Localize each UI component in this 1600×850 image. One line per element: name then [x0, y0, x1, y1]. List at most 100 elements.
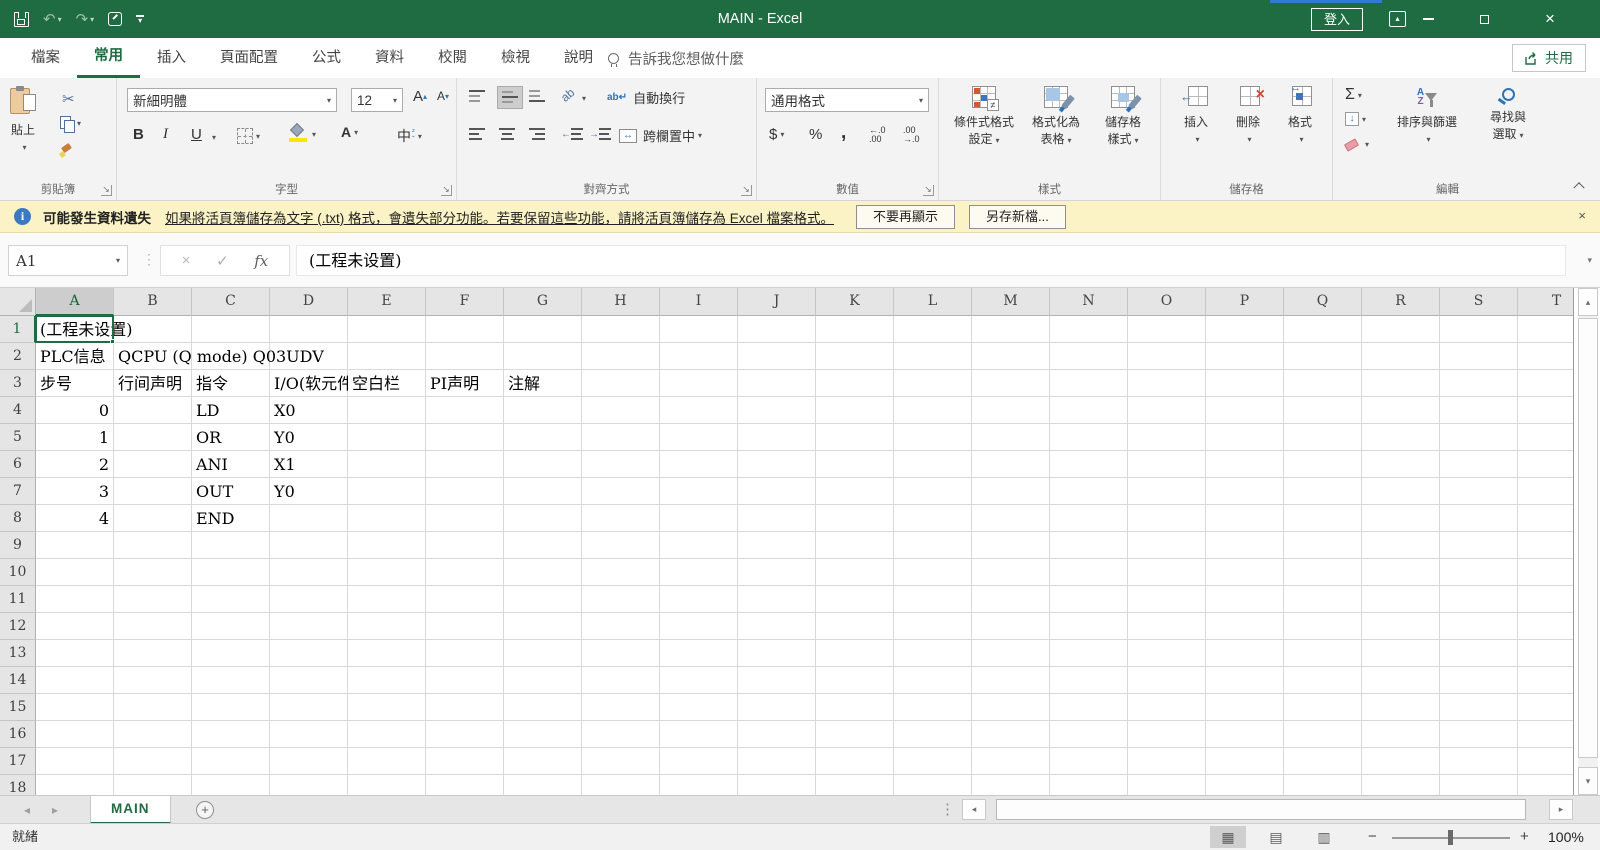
tab-page-layout[interactable]: 頁面配置 [203, 38, 295, 78]
column-header-K[interactable]: K [816, 288, 894, 316]
column-header-N[interactable]: N [1050, 288, 1128, 316]
align-right-icon[interactable] [529, 128, 545, 141]
clipboard-dialog-launcher-icon[interactable]: ↘ [101, 185, 112, 196]
scrollbar-resize-handle[interactable]: ⋮ [940, 800, 955, 818]
row-header-7[interactable]: 7 [0, 478, 36, 505]
format-painter-icon[interactable] [60, 144, 74, 158]
cell-C6[interactable]: ANI [192, 451, 270, 478]
cell-C5[interactable]: OR [192, 424, 270, 451]
number-dialog-launcher-icon[interactable]: ↘ [923, 185, 934, 196]
row-header-17[interactable]: 17 [0, 748, 36, 775]
cell-C7[interactable]: OUT [192, 478, 270, 505]
cell-B2[interactable]: QCPU (Q mode) Q03UDV [114, 343, 324, 370]
tab-review[interactable]: 校閱 [421, 38, 484, 78]
row-header-18[interactable]: 18 [0, 775, 36, 795]
find-select-button[interactable]: 尋找與 選取▾ [1475, 88, 1541, 144]
row-header-1[interactable]: 1 [0, 316, 36, 343]
hscroll-left-icon[interactable]: ◂ [962, 799, 986, 820]
cell-D3[interactable]: I/O(软元件) [270, 370, 348, 397]
save-icon[interactable] [14, 12, 29, 27]
cell-D6[interactable]: X1 [270, 451, 348, 478]
column-header-I[interactable]: I [660, 288, 738, 316]
column-header-R[interactable]: R [1362, 288, 1440, 316]
cell-E3[interactable]: 空白栏 [348, 370, 426, 397]
alignment-dialog-launcher-icon[interactable]: ↘ [741, 185, 752, 196]
save-as-button[interactable]: 另存新檔... [969, 205, 1066, 229]
column-header-M[interactable]: M [972, 288, 1050, 316]
row-header-10[interactable]: 10 [0, 559, 36, 586]
tab-file[interactable]: 檔案 [14, 38, 77, 78]
column-header-P[interactable]: P [1206, 288, 1284, 316]
cell-A5[interactable]: 1 [36, 424, 114, 451]
tab-insert[interactable]: 插入 [140, 38, 203, 78]
wrap-text-button[interactable]: ab↵自動換行 [607, 88, 685, 107]
cell-F3[interactable]: PI声明 [426, 370, 504, 397]
scroll-up-icon[interactable]: ▴ [1578, 288, 1598, 316]
cell-D4[interactable]: X0 [270, 397, 348, 424]
row-header-3[interactable]: 3 [0, 370, 36, 397]
warning-close-icon[interactable]: × [1578, 208, 1586, 223]
zoom-percentage[interactable]: 100% [1548, 824, 1584, 850]
font-name-select[interactable]: 新細明體▾ [127, 88, 337, 112]
zoom-out-icon[interactable]: − [1368, 824, 1377, 850]
cell-A3[interactable]: 步号 [36, 370, 114, 397]
cell-A6[interactable]: 2 [36, 451, 114, 478]
column-header-Q[interactable]: Q [1284, 288, 1362, 316]
cell-D5[interactable]: Y0 [270, 424, 348, 451]
row-header-12[interactable]: 12 [0, 613, 36, 640]
column-header-A[interactable]: A [36, 288, 114, 316]
dont-show-again-button[interactable]: 不要再顯示 [856, 205, 955, 229]
sign-in-button[interactable]: 登入 [1311, 8, 1363, 31]
confirm-entry-icon[interactable]: ✓ [216, 252, 229, 270]
ribbon-display-options-icon[interactable]: ▴ [1389, 11, 1406, 27]
sheet-nav-right-icon[interactable]: ▸ [42, 796, 68, 824]
redo-dropdown-icon[interactable]: ▾ [90, 15, 94, 24]
row-header-6[interactable]: 6 [0, 451, 36, 478]
cell-C3[interactable]: 指令 [192, 370, 270, 397]
row-header-14[interactable]: 14 [0, 667, 36, 694]
name-box-dropdown-icon[interactable]: ▾ [116, 256, 120, 265]
cell-C4[interactable]: LD [192, 397, 270, 424]
conditional-formatting-button[interactable]: ≠ 條件式格式 設定▾ [949, 86, 1019, 149]
underline-icon[interactable]: U [191, 126, 202, 143]
font-size-select[interactable]: 12▾ [351, 88, 403, 112]
increase-indent-icon[interactable]: → [589, 128, 611, 141]
font-color-icon[interactable]: A▾ [341, 126, 358, 139]
tab-data[interactable]: 資料 [358, 38, 421, 78]
tab-formulas[interactable]: 公式 [295, 38, 358, 78]
bold-icon[interactable]: B [133, 126, 144, 143]
row-header-15[interactable]: 15 [0, 694, 36, 721]
merge-center-button[interactable]: ↔跨欄置中▾ [619, 126, 702, 145]
undo-dropdown-icon[interactable]: ▾ [58, 15, 62, 24]
new-sheet-icon[interactable]: + [196, 801, 214, 819]
column-header-E[interactable]: E [348, 288, 426, 316]
zoom-in-icon[interactable]: + [1520, 824, 1529, 850]
expand-formula-bar-icon[interactable]: ▾ [1587, 255, 1592, 266]
customize-qat-icon[interactable]: ▾ [136, 15, 144, 23]
column-header-F[interactable]: F [426, 288, 504, 316]
fill-handle[interactable] [110, 339, 115, 344]
column-header-C[interactable]: C [192, 288, 270, 316]
format-cells-button[interactable]: ↔ 格式 ▾ [1279, 86, 1321, 148]
horizontal-scroll-thumb[interactable] [996, 799, 1526, 820]
row-header-2[interactable]: 2 [0, 343, 36, 370]
fill-icon[interactable]: ↓▾ [1345, 112, 1366, 126]
column-header-G[interactable]: G [504, 288, 582, 316]
cell-A4[interactable]: 0 [36, 397, 114, 424]
delete-cells-button[interactable]: × 刪除 ▾ [1227, 86, 1269, 148]
view-page-layout-icon[interactable]: ▤ [1258, 826, 1294, 848]
warning-link[interactable]: 如果將活頁簿儲存為文字 (.txt) 格式，會遺失部分功能。若要保留這些功能，請… [165, 207, 834, 227]
sheet-nav-left-icon[interactable]: ◂ [14, 796, 40, 824]
paste-button[interactable]: 貼上 ▾ [10, 86, 36, 156]
vertical-scroll-thumb[interactable] [1578, 318, 1598, 758]
currency-icon[interactable]: $▾ [769, 126, 784, 143]
cell-C8[interactable]: END [192, 505, 270, 532]
zoom-slider-thumb[interactable] [1448, 830, 1453, 845]
redo-icon[interactable]: ↷▾ [76, 10, 95, 28]
share-button[interactable]: 共用 [1512, 44, 1586, 72]
format-as-table-button[interactable]: 格式化為 表格▾ [1023, 86, 1089, 149]
copy-icon[interactable]: ▾ [60, 116, 81, 131]
touch-mode-icon[interactable] [108, 12, 122, 26]
orientation-icon[interactable]: ab [558, 85, 577, 104]
sheet-tab-main[interactable]: MAIN [90, 796, 171, 824]
